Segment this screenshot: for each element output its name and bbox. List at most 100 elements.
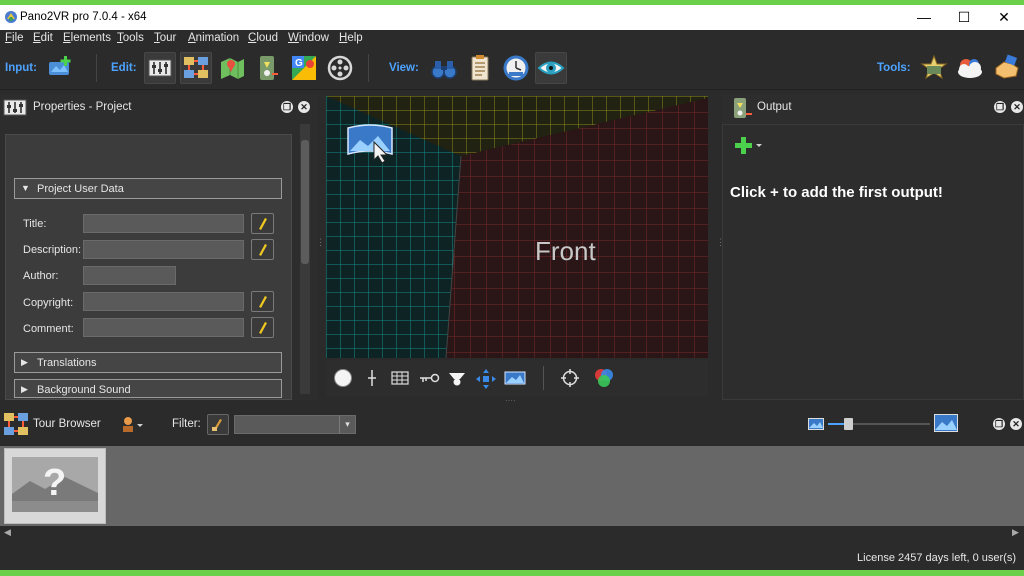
maximize-button[interactable]: ☐	[944, 5, 984, 30]
grid-icon[interactable]	[390, 368, 410, 388]
expand-right-icon: ▶	[21, 357, 28, 367]
title-field[interactable]	[83, 214, 244, 233]
map-pin-icon[interactable]	[216, 52, 248, 84]
target-icon[interactable]	[560, 368, 580, 388]
clipboard-icon[interactable]	[464, 52, 496, 84]
pencil-icon	[259, 218, 267, 231]
filter-input[interactable]	[234, 415, 356, 434]
menu-cloud[interactable]: Cloud	[248, 32, 278, 44]
status-bar: License 2457 days left, 0 user(s)	[0, 546, 1024, 570]
close-button[interactable]: ✕	[984, 5, 1024, 30]
comment-label: Comment:	[23, 323, 74, 335]
tour-map-icon[interactable]	[180, 52, 212, 84]
expand-right-icon: ▶	[21, 384, 28, 394]
menu-tour[interactable]: Tour	[154, 32, 176, 44]
bottom-splitter-handle[interactable]: ····	[505, 397, 521, 405]
menu-help[interactable]: Help	[339, 32, 363, 44]
minimize-button[interactable]: —	[904, 5, 944, 30]
zoom-slider-thumb[interactable]	[844, 418, 854, 430]
tour-horizontal-scrollbar[interactable]: ◀ ▶	[0, 526, 1024, 540]
input-label: Input:	[5, 62, 37, 74]
copyright-label: Copyright:	[23, 297, 74, 309]
close-panel-button[interactable]: ✕	[1011, 101, 1023, 113]
section-translations[interactable]: ▶ Translations	[14, 352, 282, 373]
float-panel-button[interactable]: ❐	[994, 101, 1006, 113]
eye-icon[interactable]	[535, 52, 567, 84]
section-project-user-data[interactable]: ▼ Project User Data	[14, 178, 282, 199]
tools-label: Tools:	[877, 62, 911, 74]
menu-edit[interactable]: Edit	[33, 32, 53, 44]
filter-tag-button[interactable]	[207, 414, 229, 435]
view-label: View:	[389, 62, 419, 74]
close-panel-button[interactable]: ✕	[1010, 418, 1022, 430]
section-background-sound[interactable]: ▶ Background Sound	[14, 379, 282, 398]
cloud-icon[interactable]	[954, 52, 986, 84]
description-field[interactable]	[83, 240, 244, 259]
menu-window[interactable]: Window	[288, 32, 329, 44]
float-panel-button[interactable]: ❐	[993, 418, 1005, 430]
color-circles-icon[interactable]	[593, 367, 615, 389]
scroll-left-icon[interactable]: ◀	[4, 527, 11, 538]
menu-animation[interactable]: Animation	[188, 32, 239, 44]
section-label: Project User Data	[37, 183, 124, 195]
star-wizard-icon[interactable]	[918, 52, 950, 84]
menu-file[interactable]: File	[5, 32, 24, 44]
hotspot-icon[interactable]	[252, 52, 284, 84]
add-panorama-icon[interactable]	[44, 52, 76, 84]
pencil-icon	[259, 322, 267, 335]
edit-comment-button[interactable]	[251, 317, 274, 338]
scroll-right-icon[interactable]: ▶	[1012, 527, 1019, 538]
properties-scrollbar-thumb[interactable]	[301, 140, 309, 264]
svg-text:G: G	[295, 58, 303, 69]
google-maps-icon[interactable]: G	[288, 52, 320, 84]
key-icon[interactable]	[418, 368, 440, 388]
clock-gauge-icon[interactable]	[500, 52, 532, 84]
menu-elements[interactable]: Elements	[63, 32, 111, 44]
menu-file-mnemonic: F	[5, 32, 13, 44]
placeholder-image-icon: ?	[12, 457, 98, 512]
app-logo-icon	[5, 11, 17, 23]
panorama-view-icon[interactable]	[504, 368, 526, 388]
edit-description-button[interactable]	[251, 239, 274, 260]
output-title: Output	[757, 101, 792, 113]
section-label: Translations	[37, 357, 97, 369]
edit-title-button[interactable]	[251, 213, 274, 234]
filter-dropdown-button[interactable]: ▾	[339, 415, 356, 434]
film-reel-icon[interactable]	[324, 52, 356, 84]
tour-map-icon	[4, 413, 28, 435]
menu-cloud-label: loud	[256, 32, 279, 44]
title-bar[interactable]: Pano2VR pro 7.0.4 - x64 — ☐ ✕	[0, 5, 1024, 30]
menu-elements-mnemonic: E	[63, 32, 71, 44]
compass-icon[interactable]	[333, 368, 353, 388]
tour-browser-header: Tour Browser Filter: ▾ ❐ ✕	[0, 406, 1024, 442]
tour-browser-panel: Tour Browser Filter: ▾ ❐ ✕ ? ◀ ▶	[0, 406, 1024, 546]
panorama-viewer[interactable]: Front	[326, 96, 708, 358]
left-splitter-handle[interactable]: ⋮	[316, 237, 325, 251]
float-panel-button[interactable]: ❐	[281, 101, 293, 113]
menu-bar: File Edit Elements Tools Tour Animation …	[0, 30, 1024, 48]
right-splitter-handle[interactable]: ⋮	[716, 237, 725, 251]
projector-icon[interactable]	[447, 368, 467, 388]
comment-field[interactable]	[83, 318, 244, 337]
crosshair-line-icon[interactable]	[362, 368, 382, 388]
pencil-icon	[259, 244, 267, 257]
edit-copyright-button[interactable]	[251, 291, 274, 312]
pencil-icon	[259, 296, 267, 309]
add-output-button[interactable]	[734, 134, 764, 158]
toolbar-separator	[368, 54, 369, 82]
author-field[interactable]	[83, 266, 176, 285]
edit-label: Edit:	[111, 62, 137, 74]
move-arrows-icon[interactable]	[475, 368, 497, 390]
sort-dropdown-button[interactable]	[120, 415, 146, 435]
copyright-field[interactable]	[83, 292, 244, 311]
main-toolbar: Input: Edit: G View: Tools:	[0, 48, 1024, 90]
properties-sliders-icon[interactable]	[144, 52, 176, 84]
hand-icon[interactable]	[990, 52, 1022, 84]
menu-file-label: ile	[12, 32, 24, 44]
close-panel-button[interactable]: ✕	[298, 101, 310, 113]
menu-tools[interactable]: Tools	[117, 32, 144, 44]
binoculars-icon[interactable]	[428, 52, 460, 84]
panorama-thumbnail[interactable]: ?	[4, 448, 106, 524]
small-thumbnail-icon	[808, 418, 824, 430]
section-label: Background Sound	[37, 384, 131, 396]
